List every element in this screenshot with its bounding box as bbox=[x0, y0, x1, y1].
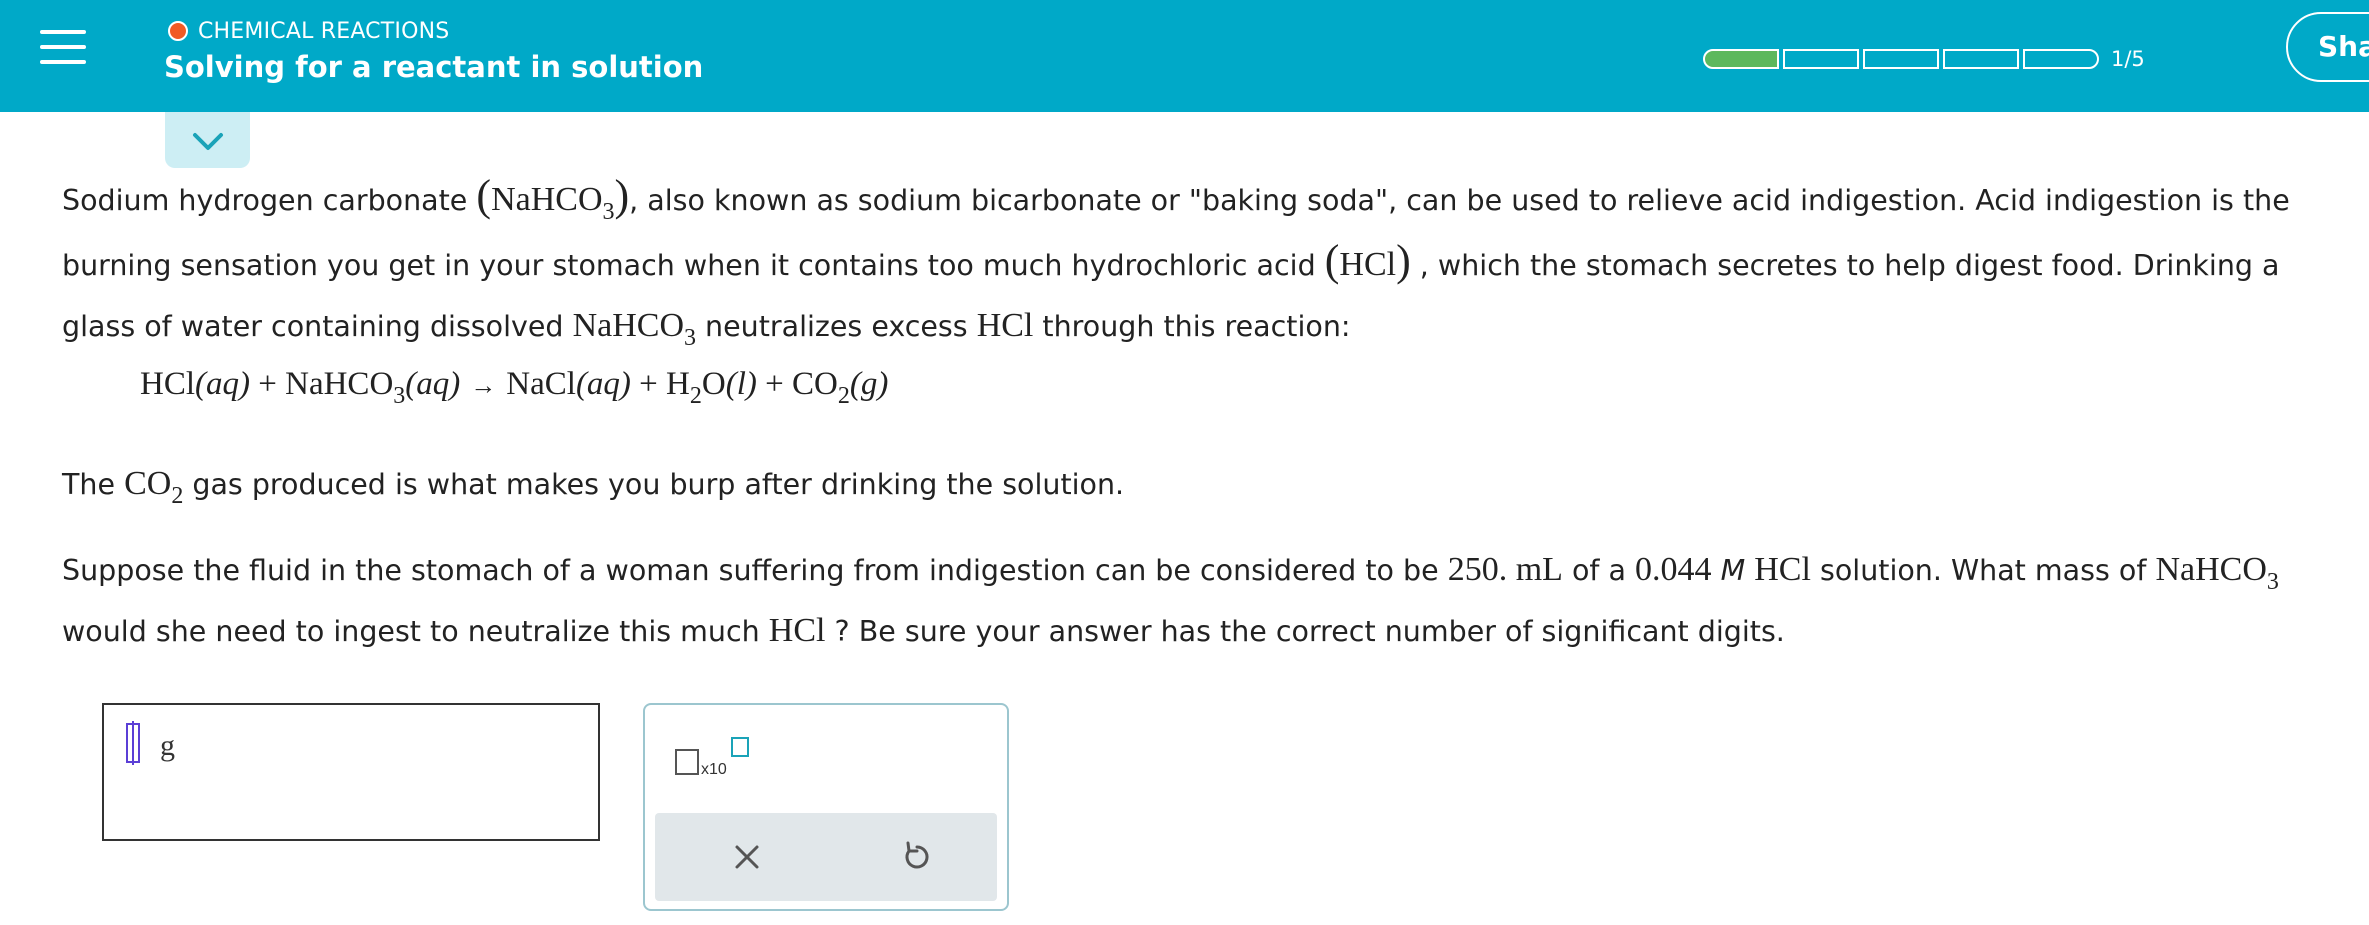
progress-label: 1/5 bbox=[2111, 47, 2145, 71]
page-title: Solving for a reactant in solution bbox=[164, 50, 704, 84]
progress-segment-1 bbox=[1703, 49, 1779, 69]
formula-nahco3: NaHCO3 bbox=[572, 307, 696, 351]
concentration-value: 0.044 bbox=[1635, 551, 1712, 588]
reaction-arrow: → bbox=[470, 371, 497, 400]
progress-segment-3 bbox=[1863, 49, 1939, 69]
formula-nahco3: NaHCO3 bbox=[491, 181, 615, 225]
topic-label: CHEMICAL REACTIONS bbox=[198, 18, 450, 44]
x-icon bbox=[735, 845, 759, 869]
problem-intro: Sodium hydrogen carbonate (NaHCO3), also… bbox=[62, 171, 2290, 351]
problem-question: Suppose the fluid in the stomach of a wo… bbox=[62, 551, 2279, 649]
undo-icon bbox=[905, 841, 929, 869]
share-button[interactable]: Sha bbox=[2286, 12, 2369, 82]
undo-button[interactable] bbox=[897, 837, 937, 877]
text: Sodium hydrogen carbonate bbox=[62, 184, 477, 217]
progress-segment-4 bbox=[1943, 49, 2019, 69]
text: neutralizes excess bbox=[696, 310, 977, 343]
clear-button[interactable] bbox=[727, 837, 767, 877]
hamburger-icon[interactable] bbox=[40, 30, 86, 68]
formula-hcl: HCl bbox=[1339, 246, 1397, 283]
collapse-header-button[interactable] bbox=[165, 112, 250, 168]
answer-input[interactable]: g bbox=[102, 703, 600, 841]
x10-icon[interactable]: x10 bbox=[675, 737, 749, 787]
formula-hcl: HCl bbox=[976, 307, 1034, 344]
problem-co2-note: The CO2 gas produced is what makes you b… bbox=[62, 465, 1125, 509]
topic-status-dot bbox=[168, 21, 188, 41]
volume-value: 250. mL bbox=[1447, 551, 1563, 588]
progress-bar: 1/5 bbox=[1703, 47, 2145, 71]
exponent-box bbox=[731, 737, 749, 757]
answer-unit: g bbox=[160, 729, 175, 762]
math-tool-panel: x10 bbox=[643, 703, 1009, 911]
progress-segment-2 bbox=[1783, 49, 1859, 69]
base-box bbox=[675, 749, 699, 775]
text: through this reaction: bbox=[1033, 310, 1351, 343]
progress-segment-5 bbox=[2023, 49, 2099, 69]
topic-row: CHEMICAL REACTIONS bbox=[168, 16, 449, 46]
x10-label: x10 bbox=[701, 761, 727, 778]
chevron-down-icon bbox=[193, 133, 223, 150]
reaction-equation: HCl(aq) + NaHCO3(aq) → NaCl(aq) + H2O(l) +… bbox=[140, 366, 889, 409]
formula-co2: CO2 bbox=[124, 465, 184, 509]
input-cursor-icon bbox=[126, 721, 140, 765]
top-bar: CHEMICAL REACTIONS Solving for a reactan… bbox=[0, 0, 2369, 112]
tool-footer bbox=[655, 813, 997, 901]
